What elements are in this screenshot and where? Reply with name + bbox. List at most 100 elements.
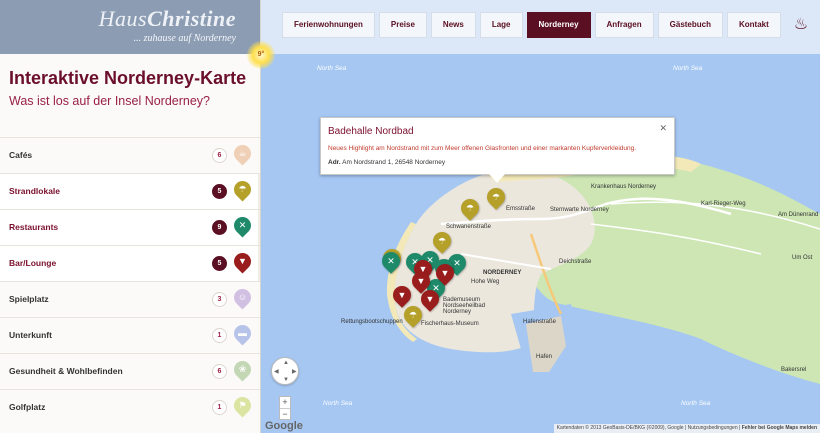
beach-umbrella-icon: ☂ bbox=[437, 236, 447, 246]
beach-umbrella-icon: ☂ bbox=[408, 310, 418, 320]
street-label: Hohe Weg bbox=[471, 279, 500, 285]
cocktail-icon: ▼ bbox=[397, 290, 407, 300]
info-description: Neues Highlight am Nordstrand mit zum Me… bbox=[328, 145, 637, 152]
category-count: 5 bbox=[212, 256, 227, 271]
golf-icon: ⚑ bbox=[230, 393, 255, 418]
info-title: Badehalle Nordbad bbox=[328, 126, 414, 137]
beach-umbrella-icon: ☂ bbox=[230, 177, 255, 202]
sea-label: North Sea bbox=[317, 65, 347, 72]
cocktail-icon: ▼ bbox=[425, 294, 435, 304]
cocktail-icon: ▼ bbox=[440, 268, 450, 278]
place-label: Hafen bbox=[536, 354, 553, 360]
brand-tagline: ... zuhause auf Norderney bbox=[133, 33, 236, 44]
nav-gästebuch[interactable]: Gästebuch bbox=[657, 12, 723, 38]
nav-lage[interactable]: Lage bbox=[479, 12, 523, 38]
weather-temperature: 9° bbox=[257, 51, 265, 58]
place-label: Krankenhaus Norderney bbox=[591, 184, 657, 190]
bed-icon: ▬ bbox=[230, 321, 255, 346]
sauna-icon[interactable]: ♨ bbox=[789, 13, 813, 37]
marker-strandlokal[interactable]: ☂ bbox=[457, 195, 483, 221]
street-label: Emsstraße bbox=[506, 206, 536, 212]
terms-link[interactable]: Nutzungsbedingungen bbox=[688, 425, 738, 431]
page-title: Interaktive Norderney-Karte bbox=[9, 68, 247, 88]
category-label: Golfplatz bbox=[9, 402, 46, 412]
category-count: 1 bbox=[212, 400, 227, 415]
category-count: 3 bbox=[212, 292, 227, 307]
category-count: 6 bbox=[212, 364, 227, 379]
marker-bar[interactable]: ▼ bbox=[417, 286, 443, 312]
map[interactable]: North Sea North Sea North Sea North Sea … bbox=[261, 54, 820, 433]
zoom-in-button[interactable]: + bbox=[280, 397, 290, 408]
nav-preise[interactable]: Preise bbox=[378, 12, 427, 38]
main-nav: Ferienwohnungen Preise News Lage Norderney An… bbox=[282, 12, 781, 38]
brand-logo[interactable]: HausChristine ... zuhause auf Norderney bbox=[0, 0, 260, 54]
marker-strandlokal[interactable]: ☂ bbox=[429, 228, 455, 254]
category-count: 5 bbox=[212, 184, 227, 199]
category-caf-s[interactable]: Cafés 6 ☕ bbox=[0, 137, 260, 173]
brand-name: HausChristine bbox=[98, 6, 236, 31]
category-label: Unterkunft bbox=[9, 330, 52, 340]
page-subtitle: Was ist los auf der Insel Norderney? bbox=[9, 94, 211, 108]
zoom-control: + − bbox=[279, 396, 291, 420]
sidebar: HausChristine ... zuhause auf Norderney … bbox=[0, 0, 261, 433]
category-label: Bar/Lounge bbox=[9, 258, 57, 268]
category-bar-lounge[interactable]: Bar/Lounge 5 ▼ bbox=[0, 245, 260, 281]
close-icon[interactable]: ✕ bbox=[659, 123, 667, 134]
place-label: Bademuseum Nordseeheilbad Norderney bbox=[443, 297, 486, 315]
place-label: Bakersrel bbox=[781, 367, 807, 373]
place-label: NORDERNEY bbox=[483, 270, 522, 276]
nav-ferienwohnungen[interactable]: Ferienwohnungen bbox=[282, 12, 375, 38]
coffee-icon: ☕ bbox=[230, 141, 255, 166]
category-count: 6 bbox=[212, 148, 227, 163]
nav-anfragen[interactable]: Anfragen bbox=[594, 12, 654, 38]
place-label: Rettungsbootschuppen bbox=[341, 319, 403, 325]
category-list: Cafés 6 ☕ Strandlokale 5 ☂ Restaurants 9 ✕ Bar/Lo… bbox=[0, 137, 260, 425]
category-gesundheit-wohlbefinden[interactable]: Gesundheit & Wohlbefinden 6 ❀ bbox=[0, 353, 260, 389]
zoom-out-button[interactable]: − bbox=[280, 408, 290, 419]
pan-control[interactable]: ▲ ▼ ◀ ▶ bbox=[271, 357, 299, 385]
cocktail-icon: ▼ bbox=[416, 276, 426, 286]
nav-news[interactable]: News bbox=[430, 12, 476, 38]
nav-kontakt[interactable]: Kontakt bbox=[726, 12, 781, 38]
category-count: 9 bbox=[212, 220, 227, 235]
cutlery-icon: ✕ bbox=[230, 213, 255, 238]
category-unterkunft[interactable]: Unterkunft 1 ▬ bbox=[0, 317, 260, 353]
beach-umbrella-icon: ☂ bbox=[465, 203, 475, 213]
marker-bar[interactable]: ▼ bbox=[389, 282, 415, 308]
map-attribution: Kartendaten © 2013 GeoBasis-DE/BKG (©200… bbox=[553, 424, 820, 433]
place-label: Sternwarte Norderney bbox=[550, 207, 609, 213]
category-golfplatz[interactable]: Golfplatz 1 ⚑ bbox=[0, 389, 260, 425]
street-label: Um Ost bbox=[792, 255, 813, 261]
category-label: Restaurants bbox=[9, 222, 59, 232]
cutlery-icon: ✕ bbox=[387, 256, 395, 266]
top-navigation: Ferienwohnungen Preise News Lage Norderney An… bbox=[261, 0, 820, 54]
marker-restaurant[interactable]: ✕ bbox=[378, 248, 404, 274]
category-strandlokale[interactable]: Strandlokale 5 ☂ bbox=[0, 173, 260, 209]
category-label: Cafés bbox=[9, 150, 33, 160]
marker-strandlokal[interactable]: ☂ bbox=[483, 184, 509, 210]
street-label: Hafenstraße bbox=[523, 319, 557, 325]
street-label: Am Dünenrand bbox=[778, 212, 819, 218]
sea-label: North Sea bbox=[673, 65, 703, 72]
category-label: Strandlokale bbox=[9, 186, 61, 196]
category-restaurants[interactable]: Restaurants 9 ✕ bbox=[0, 209, 260, 245]
category-label: Gesundheit & Wohlbefinden bbox=[9, 366, 123, 376]
wellness-icon: ❀ bbox=[230, 357, 255, 382]
google-logo[interactable]: Google bbox=[265, 420, 303, 432]
place-label: Fischerhaus-Museum bbox=[421, 321, 479, 327]
street-label: Schwanenstraße bbox=[446, 224, 492, 230]
category-label: Spielplatz bbox=[9, 294, 49, 304]
street-label: Karl-Rieger-Weg bbox=[701, 201, 746, 207]
playground-icon: ☺ bbox=[230, 285, 255, 310]
map-canvas[interactable] bbox=[261, 54, 820, 433]
sea-label: North Sea bbox=[681, 400, 711, 407]
report-error-link[interactable]: Fehler bei Google Maps melden bbox=[742, 425, 817, 431]
category-spielplatz[interactable]: Spielplatz 3 ☺ bbox=[0, 281, 260, 317]
beach-umbrella-icon: ☂ bbox=[491, 192, 501, 202]
weather-sun-icon[interactable]: 9° bbox=[247, 41, 275, 69]
sea-label: North Sea bbox=[323, 400, 353, 407]
info-address: Adr. Am Nordstrand 1, 26548 Norderney bbox=[328, 159, 446, 166]
marker-bar[interactable]: ▼ bbox=[432, 260, 458, 286]
nav-norderney[interactable]: Norderney bbox=[526, 12, 591, 38]
cocktail-icon: ▼ bbox=[230, 249, 255, 274]
